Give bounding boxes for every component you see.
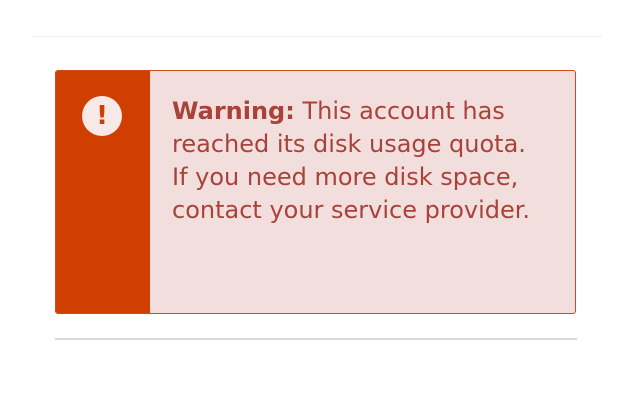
top-divider — [32, 36, 602, 37]
alert-label: Warning: — [172, 97, 295, 125]
exclamation-glyph: ! — [96, 101, 108, 131]
page: ! Warning: This account has reached its … — [0, 0, 640, 400]
alert-message: Warning: This account has reached its di… — [150, 71, 575, 313]
alert-icon-stripe: ! — [56, 71, 150, 313]
exclamation-circle-icon: ! — [82, 96, 122, 136]
warning-alert: ! Warning: This account has reached its … — [55, 70, 576, 314]
bottom-divider — [55, 338, 577, 340]
